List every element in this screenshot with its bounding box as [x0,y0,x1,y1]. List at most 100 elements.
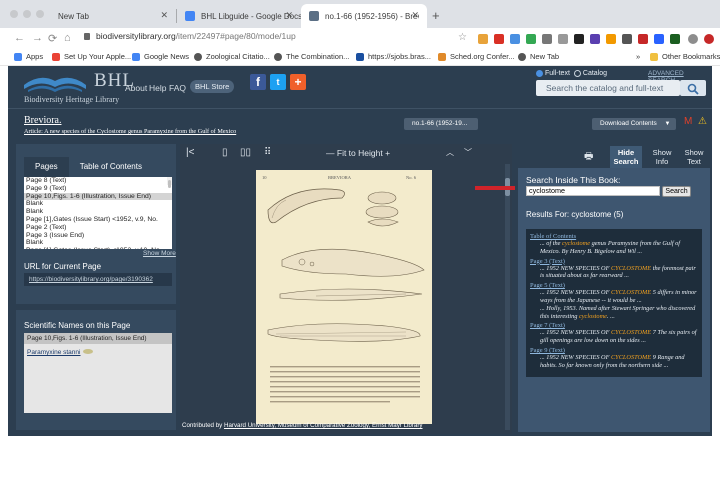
extension-icon[interactable] [622,34,632,44]
address-bar[interactable]: biodiversitylibrary.org/item/22497#page/… [84,31,296,41]
result-page-link[interactable]: Page 7 (Text) [530,322,698,329]
bookmark-star-icon[interactable]: ☆ [458,32,467,43]
bookmarks-overflow-icon[interactable]: » [636,52,640,61]
bookmark-item[interactable]: Sched.org Confer... [438,52,515,61]
single-page-view-icon[interactable]: ▯ [222,147,228,158]
nav-help[interactable]: Help [149,83,166,93]
page-list-item[interactable]: Page 9 (Text) [24,185,172,193]
page-list-item[interactable]: Blank [24,239,172,247]
book-title[interactable]: Breviora. [24,115,62,126]
extension-icon[interactable] [654,34,664,44]
search-inside-input[interactable]: cyclostome [526,186,660,196]
add-share-icon[interactable]: + [290,74,306,90]
scientific-name-link[interactable]: Paramyxine stanni [27,349,94,356]
window-minimize-button[interactable] [23,10,31,18]
new-tab-icon[interactable]: + [432,8,440,23]
page-list-item[interactable]: Blank [24,200,172,208]
print-icon[interactable]: 🖶 [584,149,593,166]
viewer-scrollbar[interactable] [505,164,510,430]
tab-close-icon[interactable]: ✕ [411,10,419,21]
bookmark-item[interactable]: Google News [132,52,189,61]
bookmark-item[interactable]: The Combination... [274,52,349,61]
bookmark-item[interactable]: New Tab [518,52,559,61]
download-contents-button[interactable]: Download Contents ▼ [592,118,676,130]
bhl-book-logo-icon[interactable] [22,71,88,95]
nav-faq[interactable]: FAQ [169,83,186,93]
page-list-item[interactable]: Page [1],Gates (Issue Start) <1952, v.10… [24,247,172,249]
search-inside-button[interactable]: Search [662,186,691,197]
other-bookmarks[interactable]: Other Bookmarks [650,52,720,61]
profile-avatar-icon[interactable] [688,34,698,44]
result-snippet[interactable]: ... 1952 NEW SPECIES OF CYCLOSTOME 9 Ran… [540,354,698,370]
bookmark-apps[interactable]: Apps [14,52,43,61]
result-snippet[interactable]: ... of the cyclostome genus Paramyxine f… [540,240,698,256]
tab-close-icon[interactable]: ✕ [285,10,293,21]
extension-icon[interactable] [606,34,616,44]
extension-icon[interactable] [638,34,648,44]
extension-icon[interactable] [526,34,536,44]
page-list-item[interactable]: Page 3 (Issue End) [24,232,172,240]
two-page-view-icon[interactable]: ▯▯ [240,147,251,158]
page-url-link[interactable]: https://biodiversitylibrary.org/page/319… [24,273,172,286]
nav-about[interactable]: About [125,83,147,93]
result-snippet[interactable]: ... 1952 NEW SPECIES OF CYCLOSTOME 5 dif… [540,289,698,305]
first-page-icon[interactable]: |< [186,147,194,158]
chrome-menu-icon[interactable] [704,34,714,44]
show-info-button[interactable]: Show Info [646,146,678,168]
result-page-link[interactable]: Page 5 (Text) [530,282,698,289]
page-image[interactable]: 10 BREVIORA No. 6 [256,170,432,424]
bhl-store-button[interactable]: BHL Store [190,80,235,93]
contributor-link[interactable]: Harvard University, Museum of Comparativ… [224,422,423,429]
fulltext-radio[interactable] [536,70,543,77]
extension-icon[interactable] [478,34,488,44]
page-list[interactable]: Page 8 (Text) Page 9 (Text) Page 10,Figs. … [24,177,172,249]
browser-tab-active[interactable]: no.1-66 (1952-1956) - Brevio ✕ [301,4,427,28]
extension-icon[interactable] [510,34,520,44]
article-title[interactable]: Article: A new species of the Cyclostome… [24,128,236,135]
reload-icon[interactable]: ⟳ [48,32,57,45]
page-list-item[interactable]: Page 2 (Text) [24,224,172,232]
thumbnail-view-icon[interactable]: ⠿ [264,147,271,158]
bookmark-item[interactable]: https://sjobs.bras... [356,52,431,61]
zoom-out-icon[interactable]: — [326,148,335,158]
page-list-item[interactable]: Page 10,Figs. 1-6 (Illustration, Issue E… [24,192,172,201]
home-icon[interactable]: ⌂ [64,32,71,44]
extension-icon[interactable] [670,34,680,44]
catalog-search-button[interactable] [680,80,706,96]
catalog-search-input[interactable]: Search the catalog and full-text [536,80,680,96]
back-arrow-icon[interactable]: ← [14,32,25,44]
result-snippet[interactable]: ... 1952 NEW SPECIES OF CYCLOSTOME 7 The… [540,329,698,345]
result-snippet[interactable]: ... Holly, 1953. Named after Stewart Spr… [540,305,698,321]
volume-select[interactable]: no.1-66 (1952-19... [404,118,478,130]
scroll-thumb[interactable] [168,180,171,188]
tab-pages[interactable]: Pages [24,157,69,177]
mendeley-icon[interactable]: M [684,116,692,127]
window-close-button[interactable] [10,10,18,18]
browser-tab[interactable]: BHL Libguide - Google Docs ✕ [177,4,302,28]
eol-icon[interactable] [83,349,94,354]
page-list-item[interactable]: Blank [24,208,172,216]
facebook-icon[interactable]: f [250,74,266,90]
extension-icon[interactable] [558,34,568,44]
fit-to-height-control[interactable]: — Fit to Height + [326,148,390,158]
result-page-link[interactable]: Page 3 (Text) [530,258,698,265]
page-list-scrollbar[interactable] [167,177,172,188]
tab-close-icon[interactable]: ✕ [160,10,168,21]
extension-icon[interactable] [542,34,552,44]
chevron-down-icon[interactable]: ﹀ [464,147,472,158]
twitter-icon[interactable]: t [270,74,286,90]
extension-icon[interactable] [574,34,584,44]
result-page-link[interactable]: Table of Contents [530,233,698,240]
tab-table-of-contents[interactable]: Table of Contents [69,157,153,177]
bookmark-item[interactable]: Zoological Citatio... [194,52,270,61]
window-zoom-button[interactable] [36,10,44,18]
bookmark-item[interactable]: Set Up Your Apple... [52,52,131,61]
show-more-link[interactable]: Show More [143,250,176,257]
show-text-button[interactable]: Show Text [678,146,710,168]
chevron-up-icon[interactable]: ︿ [446,147,454,158]
hide-search-button[interactable]: Hide Search [610,146,642,168]
warning-icon[interactable]: ⚠ [698,116,707,127]
browser-tab[interactable]: New Tab ✕ [50,4,176,28]
result-snippet[interactable]: ... 1952 NEW SPECIES OF CYCLOSTOME the f… [540,265,698,281]
page-list-item[interactable]: Page 8 (Text) [24,177,172,185]
